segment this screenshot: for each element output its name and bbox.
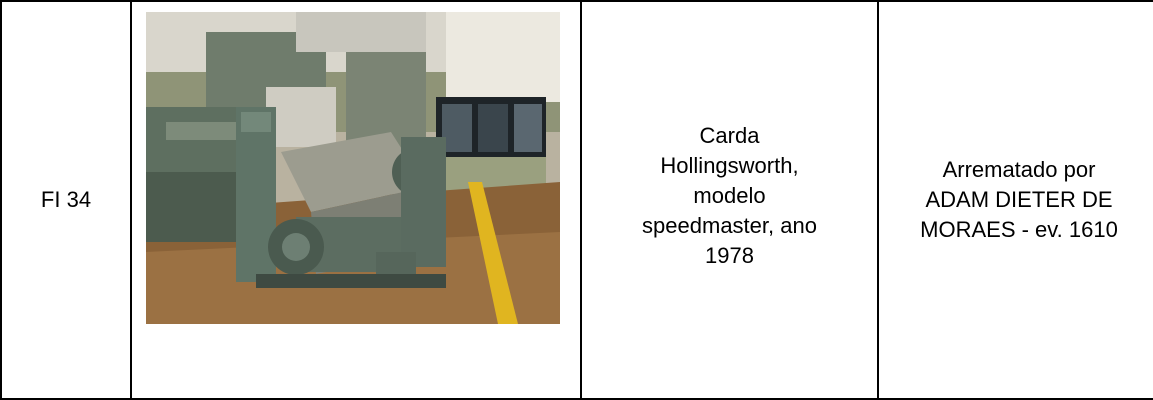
description-line: Hollingsworth,: [660, 153, 799, 178]
photo-cell: [130, 0, 582, 400]
lot-code-cell: FI 34: [0, 0, 132, 400]
lot-table: FI 34 Carda Hollingsworth, modelo speedm…: [0, 0, 1153, 400]
buyer-line: MORAES - ev. 1610: [920, 217, 1118, 242]
lot-code: FI 34: [40, 187, 92, 212]
description-line: Carda: [699, 123, 760, 148]
buyer-line: Arrematado por: [942, 157, 1096, 182]
description-line: modelo: [693, 183, 766, 208]
buyer-cell: Arrematado por ADAM DIETER DE MORAES - e…: [877, 0, 1153, 400]
buyer-line: ADAM DIETER DE: [925, 187, 1113, 212]
table-row: FI 34 Carda Hollingsworth, modelo speedm…: [0, 0, 1153, 400]
description-cell: Carda Hollingsworth, modelo speedmaster,…: [580, 0, 879, 400]
item-description: Carda Hollingsworth, modelo speedmaster,…: [582, 121, 877, 279]
description-line: speedmaster, ano: [642, 213, 817, 238]
machine-photo: [146, 12, 560, 324]
buyer-info: Arrematado por ADAM DIETER DE MORAES - e…: [879, 155, 1153, 245]
description-line: 1978: [705, 243, 754, 268]
